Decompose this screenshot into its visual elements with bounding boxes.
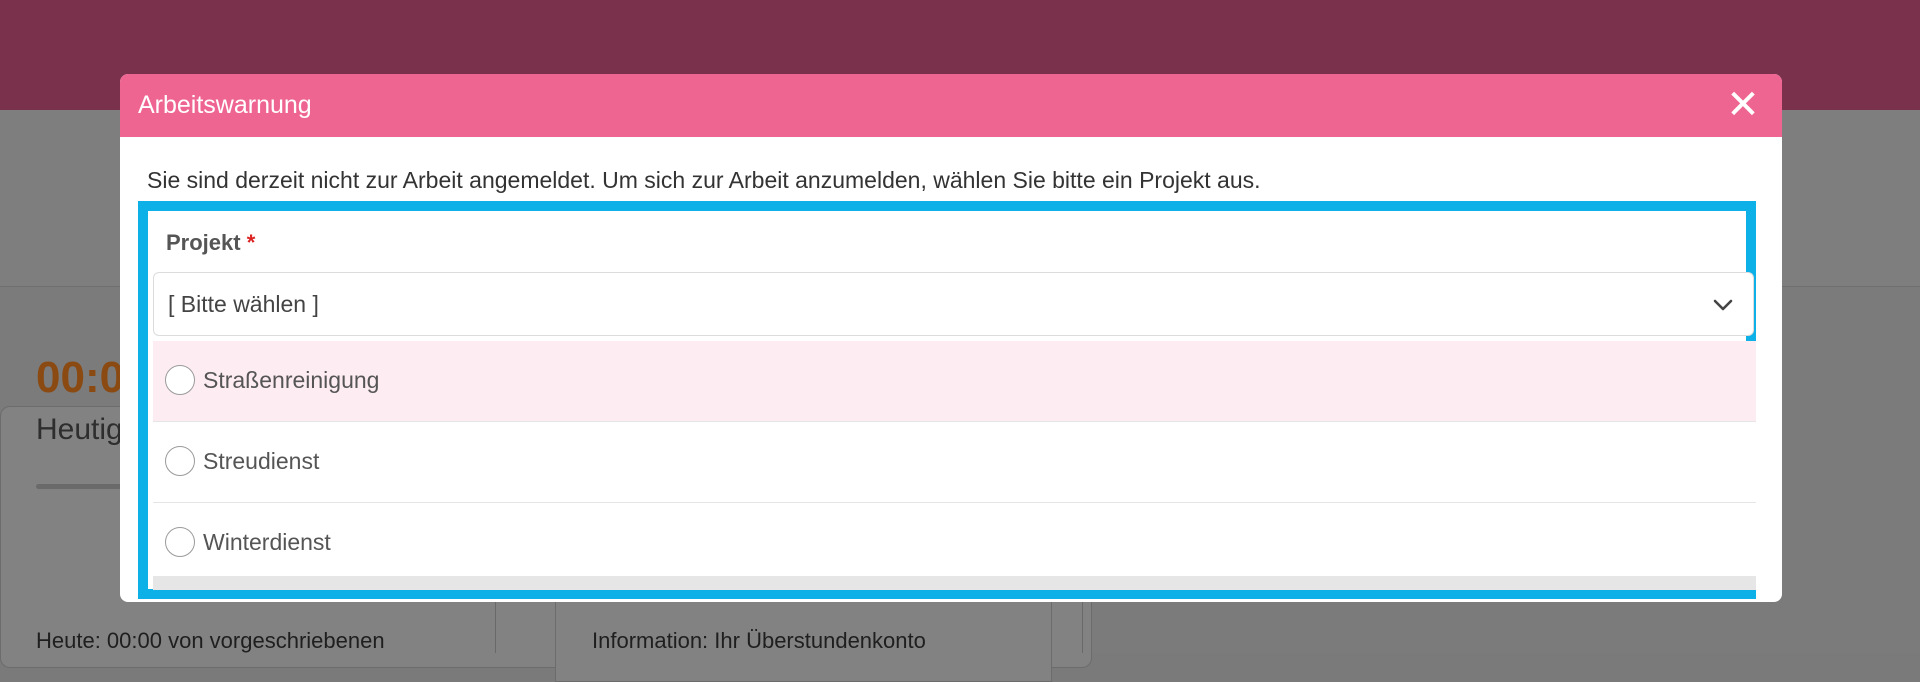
project-field-label: Projekt * — [166, 230, 255, 256]
dialog-description: Sie sind derzeit nicht zur Arbeit angeme… — [147, 167, 1261, 193]
today-heading: Heutig — [36, 413, 123, 446]
option-label: Straßenreinigung — [203, 367, 380, 393]
radio-button[interactable] — [165, 527, 195, 557]
project-label-text: Projekt — [166, 230, 241, 255]
option-label: Winterdienst — [203, 529, 331, 555]
option-label: Streudienst — [203, 448, 320, 474]
close-icon[interactable]: ✕ — [1718, 80, 1768, 130]
project-select-placeholder: [ Bitte wählen ] — [168, 291, 319, 317]
project-option[interactable]: Straßenreinigung — [153, 341, 1756, 422]
card-divider — [495, 600, 496, 653]
dropdown-scroll-footer — [153, 576, 1756, 590]
radio-button[interactable] — [165, 365, 195, 395]
project-select[interactable]: [ Bitte wählen ] — [153, 272, 1754, 336]
project-options-list: Straßenreinigung Streudienst Winterdiens… — [153, 341, 1756, 584]
work-timer: 00:0 — [36, 353, 125, 402]
dialog-title: Arbeitswarnung — [138, 91, 312, 119]
today-info: Heute: 00:00 von vorgeschriebenen — [36, 628, 385, 653]
project-option[interactable]: Streudienst — [153, 422, 1756, 503]
required-asterisk: * — [246, 230, 256, 255]
card-divider — [1082, 600, 1083, 653]
dialog-header: Arbeitswarnung ✕ — [120, 74, 1782, 137]
overtime-info: Information: Ihr Überstundenkonto — [592, 628, 926, 653]
project-option[interactable]: Winterdienst — [153, 503, 1756, 584]
radio-button[interactable] — [165, 446, 195, 476]
chevron-down-icon — [1713, 299, 1733, 311]
